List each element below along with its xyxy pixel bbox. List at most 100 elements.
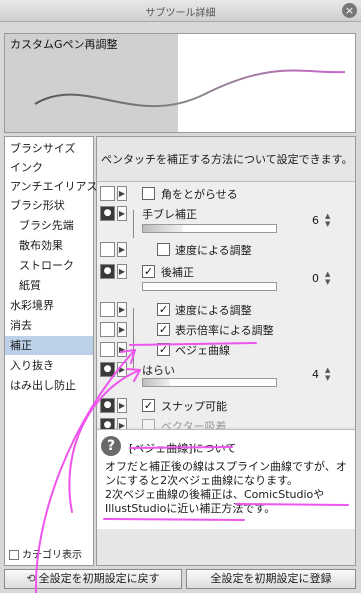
reset-all-button[interactable]: ⟲ 全設定を初期設定に戻す: [4, 569, 182, 589]
eye-icon[interactable]: [100, 242, 115, 257]
eye-icon[interactable]: ●: [100, 206, 115, 221]
row-harai: ● ▶ はらい 4 ▲ ▼: [97, 360, 355, 394]
settings-list: ▶ 角をとがらせる ● ▶ 手ブレ補正 6 ▲ ▼ ▶ 速度による調整 ● ▶ ✓…: [97, 181, 355, 433]
post-correction-label: 後補正: [161, 266, 194, 279]
sidebar-item-in-out[interactable]: 入り抜き: [5, 356, 93, 375]
sharpen-corners-checkbox[interactable]: [142, 187, 155, 200]
row-speed-stab: ▶ 速度による調整: [97, 240, 355, 260]
expand-arrow-icon[interactable]: ▶: [117, 186, 127, 201]
expand-arrow-icon[interactable]: ▶: [117, 206, 127, 221]
stabilization-slider[interactable]: [142, 224, 277, 233]
help-line-2: 2次ベジェ曲線の後補正は、ComicStudioやIllustStudioに近い…: [105, 488, 325, 515]
sidebar-item-label: アンチエイリアス: [10, 180, 98, 193]
sidebar-item-label: 紙質: [19, 279, 41, 292]
stroke-preview: カスタムGペン再調整: [4, 33, 356, 133]
sidebar-item-label: ストローク: [19, 259, 74, 272]
question-icon: ?: [101, 436, 121, 456]
stabilization-value: 6: [312, 214, 319, 227]
sidebar-item-spray[interactable]: 散布効果: [5, 236, 93, 255]
help-text: オフだと補正後の線はスプライン曲線ですが、オンにすると2次ベジェ曲線になります。…: [105, 460, 353, 516]
speed-post-label: 速度による調整: [175, 304, 252, 317]
register-all-label: 全設定を初期設定に登録: [210, 572, 332, 585]
tree-line: [133, 210, 134, 238]
zoom-post-checkbox[interactable]: ✓: [157, 323, 170, 336]
sidebar-item-label: ブラシサイズ: [10, 142, 76, 155]
expand-arrow-icon[interactable]: ▶: [117, 242, 127, 257]
sidebar-item-erase[interactable]: 消去: [5, 316, 93, 335]
sidebar-item-brush-size[interactable]: ブラシサイズ: [5, 139, 93, 158]
sidebar-item-label: 入り抜き: [10, 359, 54, 372]
sidebar-item-label: 水彩境界: [10, 299, 54, 312]
category-display-checkbox[interactable]: [9, 550, 19, 560]
stabilization-spinner-icon[interactable]: ▲ ▼: [325, 212, 334, 228]
expand-arrow-icon[interactable]: ▶: [117, 264, 127, 279]
sidebar-item-brush-shape[interactable]: ブラシ形状: [5, 196, 93, 215]
help-panel: ? [ベジェ曲線]について オフだと補正後の線はスプライン曲線ですが、オンにする…: [97, 429, 355, 529]
category-display-label: カテゴリ表示: [22, 550, 82, 561]
row-post-correction: ● ▶ ✓ 後補正 0 ▲ ▼: [97, 262, 355, 300]
row-stabilization: ● ▶ 手ブレ補正 6 ▲ ▼: [97, 204, 355, 242]
speed-stab-checkbox[interactable]: [157, 243, 170, 256]
harai-label: はらい: [142, 364, 175, 377]
window-title: サブツール詳細: [145, 8, 216, 19]
sidebar-item-label: 消去: [10, 319, 32, 332]
sidebar-item-ink[interactable]: インク: [5, 158, 93, 177]
help-line-1: オフだと補正後の線はスプライン曲線ですが、オンにすると2次ベジェ曲線になります。: [105, 460, 347, 487]
sidebar-item-label: インク: [10, 161, 43, 174]
harai-slider[interactable]: [142, 378, 277, 387]
speed-post-checkbox[interactable]: ✓: [157, 303, 170, 316]
snap-label: スナップ可能: [161, 400, 227, 413]
row-bezier: ▶ ✓ ベジェ曲線: [97, 340, 355, 360]
expand-arrow-icon[interactable]: ▶: [117, 322, 127, 337]
eye-icon[interactable]: [100, 186, 115, 201]
eye-icon[interactable]: ●: [100, 362, 115, 377]
settings-panel: ペンタッチを補正する方法について設定できます。 ▶ 角をとがらせる ● ▶ 手ブ…: [96, 136, 356, 566]
category-display-toggle[interactable]: カテゴリ表示: [9, 546, 82, 561]
post-correction-slider[interactable]: [142, 282, 277, 291]
eye-icon[interactable]: ●: [100, 398, 115, 413]
stabilization-fill: [143, 225, 183, 232]
bezier-label: ベジェ曲線: [175, 344, 230, 357]
sidebar-item-label: ブラシ先端: [19, 219, 74, 232]
speed-stab-label: 速度による調整: [175, 244, 252, 257]
reset-icon: ⟲: [26, 572, 36, 585]
title-bar: サブツール詳細 ×: [0, 0, 361, 22]
row-zoom-post: ▶ ✓ 表示倍率による調整: [97, 320, 355, 340]
expand-arrow-icon[interactable]: ▶: [117, 342, 127, 357]
zoom-post-label: 表示倍率による調整: [175, 324, 274, 337]
sidebar-item-correction[interactable]: 補正: [5, 336, 93, 355]
post-correction-spinner-icon[interactable]: ▲ ▼: [325, 270, 334, 286]
bezier-checkbox[interactable]: ✓: [157, 343, 170, 356]
eye-icon[interactable]: [100, 322, 115, 337]
bottom-bar: ⟲ 全設定を初期設定に戻す 全設定を初期設定に登録: [0, 566, 361, 593]
harai-value: 4: [312, 368, 319, 381]
harai-spinner-icon[interactable]: ▲ ▼: [325, 366, 334, 382]
sidebar-item-overflow-prevention[interactable]: はみ出し防止: [5, 376, 93, 395]
stabilization-label: 手ブレ補正: [142, 208, 197, 221]
sidebar-item-label: はみ出し防止: [10, 379, 76, 392]
snap-checkbox[interactable]: ✓: [142, 399, 155, 412]
sidebar-item-brush-tip[interactable]: ブラシ先端: [5, 216, 93, 235]
expand-arrow-icon[interactable]: ▶: [117, 302, 127, 317]
expand-arrow-icon[interactable]: ▶: [117, 398, 127, 413]
register-all-button[interactable]: 全設定を初期設定に登録: [186, 569, 356, 589]
help-title: [ベジェ曲線]について: [129, 442, 237, 455]
sidebar-item-label: 補正: [10, 339, 32, 352]
expand-arrow-icon[interactable]: ▶: [117, 362, 127, 377]
eye-icon[interactable]: [100, 302, 115, 317]
sidebar-item-stroke[interactable]: ストローク: [5, 256, 93, 275]
sidebar-item-watercolor-edge[interactable]: 水彩境界: [5, 296, 93, 315]
sidebar-item-antialias[interactable]: アンチエイリアス: [5, 177, 98, 196]
reset-all-label: 全設定を初期設定に戻す: [38, 572, 160, 585]
close-icon[interactable]: ×: [342, 3, 357, 18]
sharpen-corners-label: 角をとがらせる: [161, 188, 238, 201]
sidebar-item-paper[interactable]: 紙質: [5, 276, 93, 295]
harai-fill: [143, 379, 170, 386]
sidebar-item-label: ブラシ形状: [10, 199, 65, 212]
eye-icon[interactable]: ●: [100, 264, 115, 279]
panel-description: ペンタッチを補正する方法について設定できます。: [101, 153, 353, 166]
row-speed-post: ▶ ✓ 速度による調整: [97, 300, 355, 320]
post-correction-checkbox[interactable]: ✓: [142, 265, 155, 278]
post-correction-value: 0: [312, 272, 319, 285]
eye-icon[interactable]: [100, 342, 115, 357]
